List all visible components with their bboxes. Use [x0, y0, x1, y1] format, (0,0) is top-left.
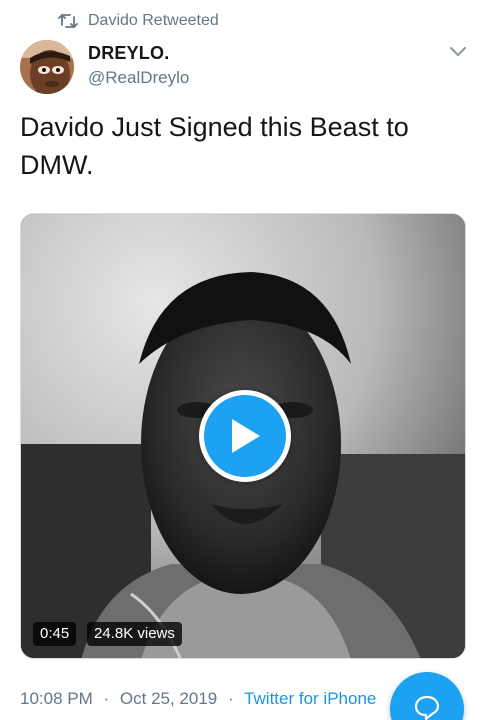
tweet-meta: 10:08 PM · Oct 25, 2019 · Twitter for iP…	[20, 689, 376, 709]
chevron-down-icon[interactable]	[446, 42, 470, 62]
retweet-context[interactable]: Davido Retweeted	[58, 10, 219, 32]
compose-reply-icon	[414, 695, 440, 720]
display-name[interactable]: DREYLO.	[88, 43, 169, 64]
user-handle[interactable]: @RealDreylo	[88, 68, 189, 88]
tweet-text: Davido Just Signed this Beast to DMW.	[20, 112, 409, 180]
video-duration: 0:45	[33, 622, 77, 646]
retweet-icon	[58, 14, 78, 28]
separator: ·	[103, 689, 110, 708]
compose-reply-button[interactable]	[390, 672, 464, 720]
tweet-date: Oct 25, 2019	[119, 689, 218, 708]
avatar[interactable]	[20, 40, 74, 94]
retweet-label: Davido Retweeted	[88, 12, 219, 29]
video-player[interactable]: 0:45 24.8K views	[20, 213, 466, 659]
separator: ·	[227, 689, 234, 708]
play-icon	[232, 419, 260, 453]
play-button[interactable]	[199, 390, 291, 482]
tweet-source-link[interactable]: Twitter for iPhone	[244, 689, 376, 708]
tweet-time: 10:08 PM	[20, 689, 93, 708]
view-count: 24.8K views	[87, 622, 182, 646]
